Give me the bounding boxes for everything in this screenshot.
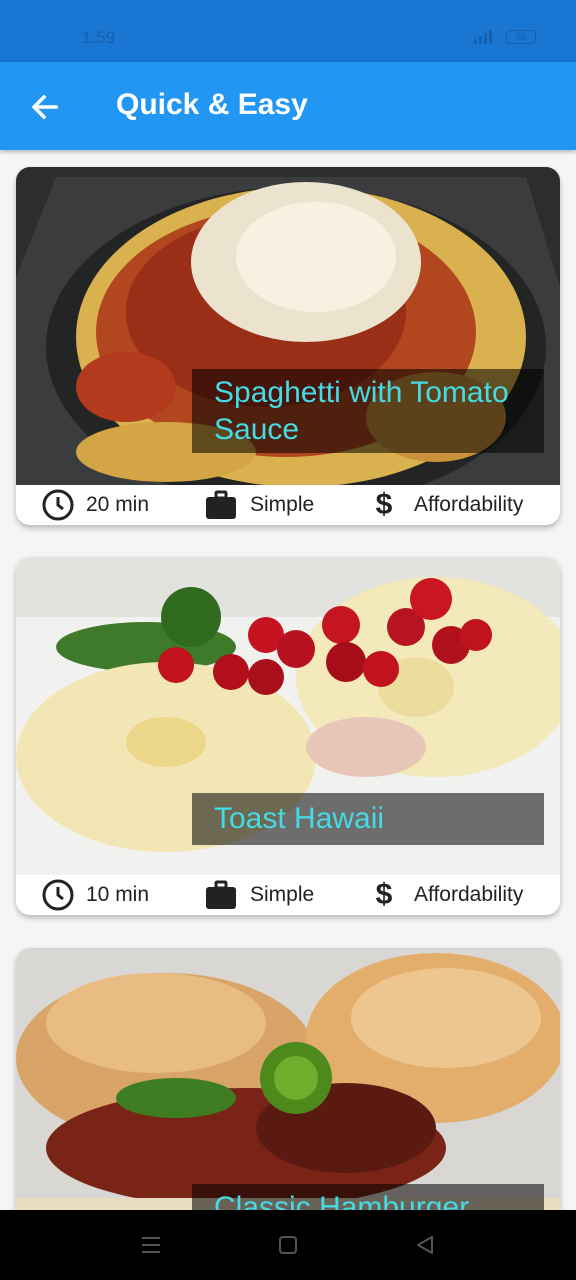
meal-card[interactable]: Classic Hamburger	[16, 948, 560, 1210]
clock-icon	[42, 879, 74, 911]
menu-lines-icon[interactable]	[140, 1234, 162, 1256]
meal-title: Toast Hawaii	[192, 793, 544, 845]
meal-details-row: 10 min Simple $ Affordability	[16, 875, 560, 915]
complexity-text: Simple	[250, 493, 315, 516]
clock-icon	[42, 489, 74, 521]
meal-title: Classic Hamburger	[192, 1184, 544, 1210]
dollar-icon: $	[375, 488, 393, 521]
complexity-item: Simple	[204, 485, 314, 525]
page-title: Quick & Easy	[116, 88, 308, 121]
affordability-item: $ Affordability	[372, 875, 524, 915]
status-time: 1:59	[82, 28, 116, 47]
battery-level: 58	[515, 32, 526, 42]
affordability-text: Affordability	[414, 883, 524, 906]
affordability-text: Affordability	[414, 493, 524, 516]
dollar-icon: $	[375, 878, 393, 911]
affordability-item: $ Affordability	[372, 485, 524, 525]
complexity-text: Simple	[250, 883, 315, 906]
meal-card[interactable]: Toast Hawaii 10 min Simple $ Affordabili…	[16, 557, 560, 915]
complexity-item: Simple	[204, 875, 314, 915]
signal-icon	[474, 30, 492, 44]
briefcase-icon	[206, 490, 236, 519]
app-bar: Quick & Easy	[0, 62, 576, 150]
duration-text: 10 min	[86, 883, 150, 906]
back-triangle-icon[interactable]	[414, 1234, 436, 1256]
battery-icon: 58	[506, 30, 536, 44]
meal-card[interactable]: Spaghetti with Tomato Sauce 20 min Simpl…	[16, 167, 560, 525]
arrow-back-icon[interactable]	[26, 88, 64, 126]
duration-item: 20 min	[40, 485, 149, 525]
home-square-icon[interactable]	[278, 1234, 298, 1256]
duration-item: 10 min	[40, 875, 149, 915]
meal-image	[16, 948, 560, 1210]
duration-text: 20 min	[86, 493, 150, 516]
system-nav-bar	[0, 1210, 576, 1280]
meal-details-row: 20 min Simple $ Affordability	[16, 485, 560, 525]
status-bar: 1:59 58	[0, 0, 576, 62]
meal-list[interactable]: Spaghetti with Tomato Sauce 20 min Simpl…	[0, 150, 576, 1210]
meal-title: Spaghetti with Tomato Sauce	[192, 369, 544, 453]
briefcase-icon	[206, 880, 236, 909]
